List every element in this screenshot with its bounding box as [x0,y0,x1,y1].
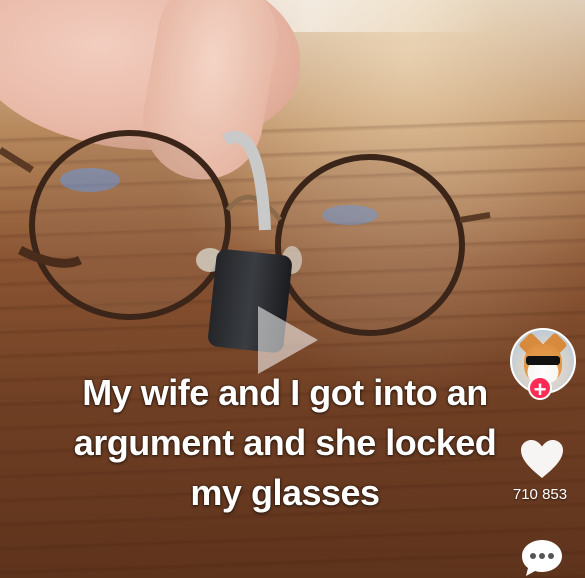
plus-icon[interactable]: + [528,376,552,401]
caption-line: my glasses [190,472,380,513]
caption-line: My wife and I got into an [82,372,488,413]
like-count: 710 853 [512,486,568,503]
action-sidebar: + 710 853 [475,320,585,578]
comment-icon[interactable] [520,538,564,578]
caption-line: argument and she locked [73,422,497,463]
video-caption: My wife and I got into an argument and s… [50,368,520,518]
sunglasses [526,356,560,365]
heart-icon[interactable] [519,438,565,480]
